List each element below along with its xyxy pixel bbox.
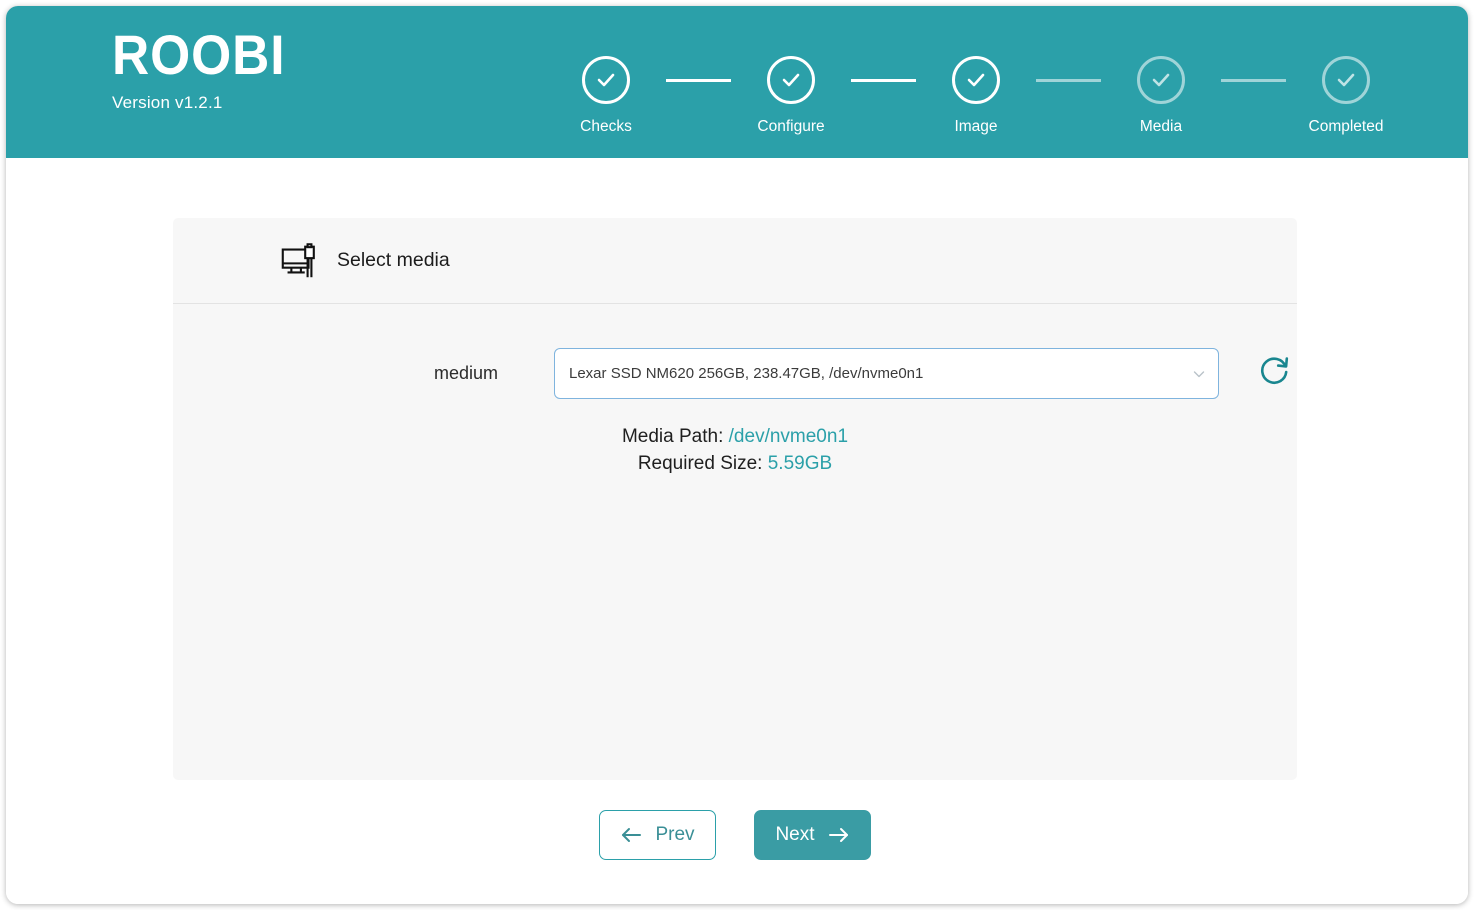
step-media[interactable]: Media [1101, 56, 1221, 136]
wizard-navigation: Prev Next [173, 810, 1297, 860]
step-checks[interactable]: Checks [546, 56, 666, 136]
medium-form-row: medium Lexar SSD NM620 256GB, 238.47GB, … [173, 348, 1297, 399]
step-label: Completed [1308, 118, 1384, 135]
media-path-value: /dev/nvme0n1 [728, 426, 849, 447]
media-path-label: Media Path: [621, 426, 724, 447]
step-connector [666, 79, 731, 82]
brand-version: Version v1.2.1 [112, 92, 223, 112]
step-label: Configure [757, 118, 825, 135]
media-path-line: Media Path: /dev/nvme0n1 [173, 424, 1297, 451]
step-label: Image [954, 118, 998, 135]
card-body: medium Lexar SSD NM620 256GB, 238.47GB, … [173, 304, 1297, 478]
monitor-usb-drive-icon [277, 239, 321, 283]
medium-select-value: Lexar SSD NM620 256GB, 238.47GB, /dev/nv… [569, 365, 924, 382]
step-image[interactable]: Image [916, 56, 1036, 136]
media-info: Media Path: /dev/nvme0n1 Required Size: … [173, 424, 1297, 478]
card-title: Select media [337, 249, 450, 271]
step-completed[interactable]: Completed [1286, 56, 1406, 136]
prev-button-label: Prev [655, 824, 695, 845]
brand: ROOBI Version v1.2.1 [112, 23, 301, 113]
step-connector [1036, 79, 1101, 82]
step-connector [851, 79, 916, 82]
step-label: Checks [580, 118, 632, 135]
step-configure[interactable]: Configure [731, 56, 851, 136]
required-size-line: Required Size: 5.59GB [173, 451, 1297, 478]
arrow-right-icon [828, 826, 850, 844]
app-header: ROOBI Version v1.2.1 Checks Configure Im… [6, 6, 1468, 158]
check-circle-icon [582, 56, 630, 104]
card-header: Select media [173, 218, 1297, 304]
medium-select[interactable]: Lexar SSD NM620 256GB, 238.47GB, /dev/nv… [554, 348, 1219, 399]
prev-button[interactable]: Prev [599, 810, 716, 860]
required-size-value: 5.59GB [767, 452, 833, 474]
step-label: Media [1139, 118, 1183, 135]
check-circle-icon [952, 56, 1000, 104]
select-media-card: Select media medium Lexar SSD NM620 256G… [173, 218, 1297, 780]
check-circle-icon [767, 56, 815, 104]
check-circle-icon [1322, 56, 1370, 104]
next-button[interactable]: Next [754, 810, 871, 860]
medium-label: medium [433, 363, 498, 383]
refresh-icon [1256, 353, 1294, 394]
chevron-down-icon[interactable] [1192, 367, 1206, 381]
check-circle-icon [1137, 56, 1185, 104]
refresh-media-button[interactable] [1254, 353, 1296, 395]
step-connector [1221, 79, 1286, 82]
required-size-label: Required Size: [637, 452, 763, 474]
progress-stepper: Checks Configure Image Media Completed [546, 56, 1406, 136]
app-window: ROOBI Version v1.2.1 Checks Configure Im… [6, 6, 1468, 904]
next-button-label: Next [775, 824, 815, 845]
main-content: Select media medium Lexar SSD NM620 256G… [6, 158, 1468, 904]
arrow-left-icon [620, 826, 642, 844]
brand-title: ROOBI [112, 23, 286, 86]
